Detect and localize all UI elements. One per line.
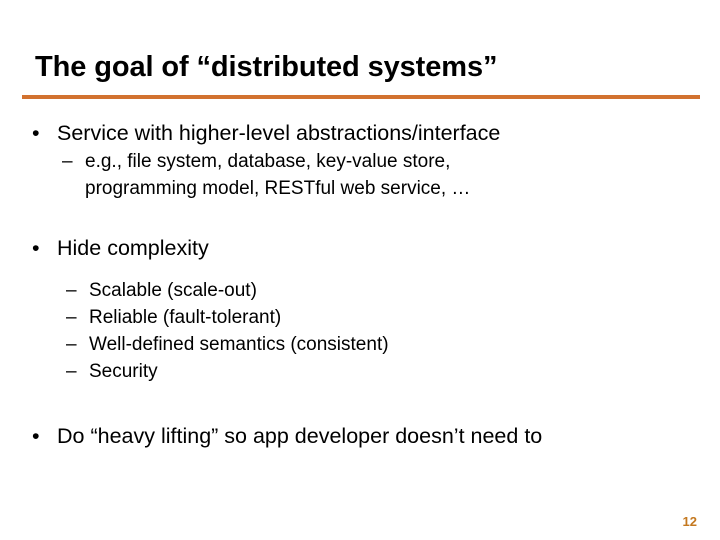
bullet-dot-icon: •: [32, 236, 40, 260]
spacer-before-heavy-lifting-block: [0, 385, 720, 421]
bullet-item-hide-complexity-label: Hide complexity: [57, 236, 209, 260]
sub-bullet-well-defined-semantics-label: Well-defined semantics (consistent): [89, 334, 389, 355]
dash-marker-icon: –: [66, 361, 77, 382]
dash-marker-icon: –: [66, 307, 77, 328]
dash-marker-icon: –: [62, 151, 73, 172]
bullet-item-service-label: Service with higher-level abstractions/i…: [57, 121, 501, 145]
sub-bullet-reliable-label: Reliable (fault-tolerant): [89, 307, 282, 328]
title-divider-rule: [22, 95, 700, 99]
sub-bullet-item-well-defined-semantics: – Well-defined semantics (consistent): [0, 331, 720, 358]
sub-bullet-item-scalable: – Scalable (scale-out): [0, 277, 720, 304]
spacer-before-complexity-subitems: [0, 263, 720, 277]
sub-bullet-examples-line2-label: programming model, RESTful web service, …: [85, 178, 471, 199]
dash-marker-icon: –: [66, 334, 77, 355]
slide-body: • Service with higher-level abstractions…: [0, 118, 720, 451]
sub-bullet-item-security: – Security: [0, 358, 720, 385]
bullet-item-heavy-lifting: • Do “heavy lifting” so app developer do…: [0, 421, 720, 451]
bullet-block-hide-complexity: • Hide complexity – Scalable (scale-out)…: [0, 233, 720, 385]
page-title: The goal of “distributed systems”: [35, 51, 498, 83]
sub-bullet-scalable-label: Scalable (scale-out): [89, 280, 257, 301]
page-number: 12: [682, 514, 697, 529]
bullet-item-heavy-lifting-label: Do “heavy lifting” so app developer does…: [57, 424, 543, 448]
sub-bullet-item-examples-line2: programming model, RESTful web service, …: [0, 175, 720, 202]
sub-bullet-item-examples-line1: – e.g., file system, database, key-value…: [0, 148, 720, 175]
bullet-item-service: • Service with higher-level abstractions…: [0, 118, 720, 148]
slide-canvas: The goal of “distributed systems” • Serv…: [0, 0, 720, 540]
spacer-after-service-block: [0, 202, 720, 233]
bullet-dot-icon: •: [32, 121, 40, 145]
sub-bullet-examples-line1-label: e.g., file system, database, key-value s…: [85, 151, 451, 172]
bullet-dot-icon: •: [32, 424, 40, 448]
sub-bullet-security-label: Security: [89, 361, 158, 382]
bullet-block-heavy-lifting: • Do “heavy lifting” so app developer do…: [0, 421, 720, 451]
sub-bullet-item-reliable: – Reliable (fault-tolerant): [0, 304, 720, 331]
bullet-item-hide-complexity: • Hide complexity: [0, 233, 720, 263]
dash-marker-icon: –: [66, 280, 77, 301]
bullet-block-service: • Service with higher-level abstractions…: [0, 118, 720, 202]
